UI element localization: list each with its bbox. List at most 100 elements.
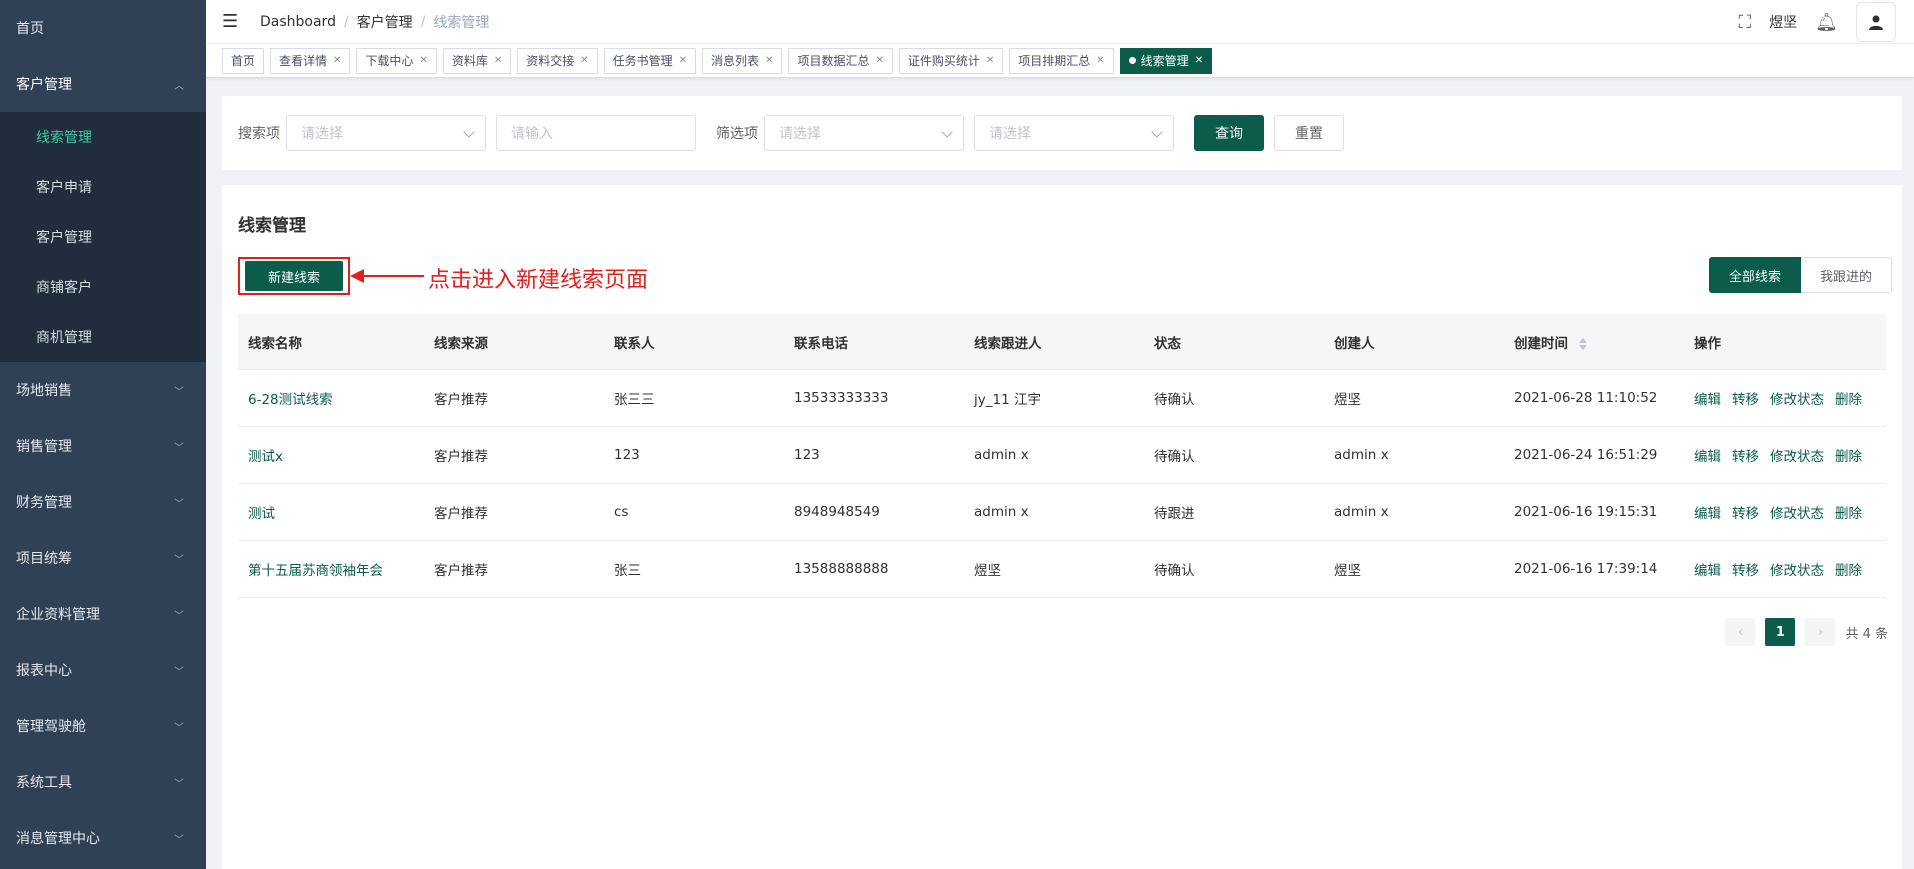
close-icon[interactable]: ✕ <box>580 55 588 66</box>
sidebar-item-label: 消息管理中心 <box>16 831 100 847</box>
edit-button[interactable]: 编辑 <box>1694 445 1721 465</box>
tag-home[interactable]: 首页 <box>222 47 265 74</box>
tag-label: 下载中心 <box>365 54 414 68</box>
transfer-button[interactable]: 转移 <box>1732 559 1759 579</box>
avatar[interactable] <box>1856 2 1896 42</box>
edit-button[interactable]: 编辑 <box>1694 559 1721 579</box>
cell-phone: 123 <box>794 447 820 463</box>
tag-project-data[interactable]: 项目数据汇总 ✕ <box>788 47 893 74</box>
sidebar-item-home[interactable]: 首页 <box>0 0 206 56</box>
chevron-down-icon: ﹀ <box>174 610 184 622</box>
close-icon[interactable]: ✕ <box>986 55 994 66</box>
tag-label: 资料库 <box>451 54 488 68</box>
sidebar-item-cockpit[interactable]: 管理驾驶舱 ﹀ <box>0 698 206 754</box>
cell-created-time: 2021-06-16 19:15:31 <box>1514 504 1658 520</box>
close-icon[interactable]: ✕ <box>875 55 883 66</box>
prev-page-icon[interactable]: ‹ <box>1725 618 1756 646</box>
pagination: ‹ 1 › 共 4 条 <box>1725 618 1888 646</box>
change-status-button[interactable]: 修改状态 <box>1770 388 1824 408</box>
sidebar-subitem-opportunities[interactable]: 商机管理 <box>0 312 206 362</box>
tag-label: 项目排期汇总 <box>1018 54 1091 68</box>
delete-button[interactable]: 删除 <box>1835 388 1862 408</box>
toggle-my-leads[interactable]: 我跟进的 <box>1800 257 1892 293</box>
filter-select-2[interactable]: 请选择 <box>974 115 1174 151</box>
sidebar-item-label: 客户管理 <box>16 77 72 93</box>
sidebar-item-customer-management[interactable]: 客户管理 ︿ <box>0 56 206 112</box>
tag-project-schedule[interactable]: 项目排期汇总 ✕ <box>1009 47 1114 74</box>
search-field-select[interactable]: 请选择 <box>286 115 486 151</box>
query-button[interactable]: 查询 <box>1194 115 1264 151</box>
cell-phone: 8948948549 <box>794 504 880 520</box>
sidebar-item-sales[interactable]: 销售管理 ﹀ <box>0 418 206 474</box>
chevron-down-icon <box>941 126 953 138</box>
breadcrumb-dashboard[interactable]: Dashboard <box>260 14 336 30</box>
tag-download-center[interactable]: 下载中心 ✕ <box>356 47 437 74</box>
close-icon[interactable]: ✕ <box>1195 55 1203 66</box>
search-input[interactable]: 请输入 <box>496 115 696 151</box>
lead-name-link[interactable]: 6-28测试线索 <box>238 388 424 408</box>
change-status-button[interactable]: 修改状态 <box>1770 445 1824 465</box>
chevron-up-icon: ︿ <box>174 80 184 92</box>
page-title: 线索管理 <box>238 216 306 236</box>
sidebar-subitem-leads[interactable]: 线索管理 <box>0 112 206 162</box>
cell-follower: jy_11 江宇 <box>974 392 1041 408</box>
change-status-button[interactable]: 修改状态 <box>1770 502 1824 522</box>
page-number-current[interactable]: 1 <box>1765 618 1796 646</box>
sidebar-item-venue-sales[interactable]: 场地销售 ﹀ <box>0 362 206 418</box>
new-lead-button[interactable]: 新建线索 <box>245 261 343 291</box>
close-icon[interactable]: ✕ <box>1096 55 1104 66</box>
change-status-button[interactable]: 修改状态 <box>1770 559 1824 579</box>
sort-icon[interactable] <box>1578 337 1587 350</box>
close-icon[interactable]: ✕ <box>679 55 687 66</box>
transfer-button[interactable]: 转移 <box>1732 388 1759 408</box>
toggle-all-leads[interactable]: 全部线索 <box>1708 257 1801 293</box>
tag-certificate-stats[interactable]: 证件购买统计 ✕ <box>898 47 1004 74</box>
tag-message-list[interactable]: 消息列表 ✕ <box>702 47 783 74</box>
tag-library[interactable]: 资料库 ✕ <box>442 47 512 74</box>
cell-creator: 煜坚 <box>1334 392 1361 408</box>
sidebar-subitem-shop-customers[interactable]: 商铺客户 <box>0 262 206 312</box>
tag-label: 证件购买统计 <box>907 54 980 68</box>
filter-select-1[interactable]: 请选择 <box>764 115 964 151</box>
chevron-down-icon: ﹀ <box>174 386 184 398</box>
breadcrumb-customer-management[interactable]: 客户管理 <box>357 12 413 32</box>
cell-actions: 编辑 转移 修改状态 删除 <box>1684 445 1866 465</box>
delete-button[interactable]: 删除 <box>1835 502 1862 522</box>
fullscreen-icon[interactable]: ⛶ <box>1739 12 1752 33</box>
tag-view-detail[interactable]: 查看详情 ✕ <box>270 47 351 74</box>
sidebar-item-tools[interactable]: 系统工具 ﹀ <box>0 754 206 810</box>
header-creator: 创建人 <box>1334 335 1375 352</box>
sidebar-subitem-customer-apply[interactable]: 客户申请 <box>0 162 206 212</box>
delete-button[interactable]: 删除 <box>1835 559 1862 579</box>
transfer-button[interactable]: 转移 <box>1732 445 1759 465</box>
tag-label: 资料交接 <box>526 54 575 68</box>
sidebar-item-enterprise-docs[interactable]: 企业资料管理 ﹀ <box>0 586 206 642</box>
close-icon[interactable]: ✕ <box>494 55 502 66</box>
sidebar-item-reports[interactable]: 报表中心 ﹀ <box>0 642 206 698</box>
bell-icon[interactable]: 🔔︎ <box>1815 12 1838 33</box>
close-icon[interactable]: ✕ <box>765 55 773 66</box>
annotation-highlight-box: 新建线索 <box>238 257 350 295</box>
tag-leads-active[interactable]: 线索管理 ✕ <box>1119 47 1213 74</box>
sidebar-subitem-customers[interactable]: 客户管理 <box>0 212 206 262</box>
sidebar-item-finance[interactable]: 财务管理 ﹀ <box>0 474 206 530</box>
cell-contact: cs <box>614 504 629 520</box>
lead-name-link[interactable]: 测试x <box>238 445 424 465</box>
transfer-button[interactable]: 转移 <box>1732 502 1759 522</box>
lead-name-link[interactable]: 测试 <box>238 502 424 522</box>
header-created-time[interactable]: 创建时间 <box>1504 332 1684 352</box>
lead-name-link[interactable]: 第十五届苏商领袖年会 <box>238 559 424 579</box>
sidebar-item-label: 企业资料管理 <box>16 607 100 623</box>
sidebar-item-messages[interactable]: 消息管理中心 ﹀ <box>0 810 206 866</box>
delete-button[interactable]: 删除 <box>1835 445 1862 465</box>
close-icon[interactable]: ✕ <box>419 55 427 66</box>
tag-handover[interactable]: 资料交接 ✕ <box>517 47 598 74</box>
tag-task-management[interactable]: 任务书管理 ✕ <box>603 47 697 74</box>
edit-button[interactable]: 编辑 <box>1694 388 1721 408</box>
close-icon[interactable]: ✕ <box>333 55 341 66</box>
reset-button[interactable]: 重置 <box>1274 115 1344 151</box>
hamburger-icon[interactable]: ☰ <box>222 11 246 32</box>
edit-button[interactable]: 编辑 <box>1694 502 1721 522</box>
next-page-icon[interactable]: › <box>1805 618 1836 646</box>
sidebar-item-project[interactable]: 项目统筹 ﹀ <box>0 530 206 586</box>
